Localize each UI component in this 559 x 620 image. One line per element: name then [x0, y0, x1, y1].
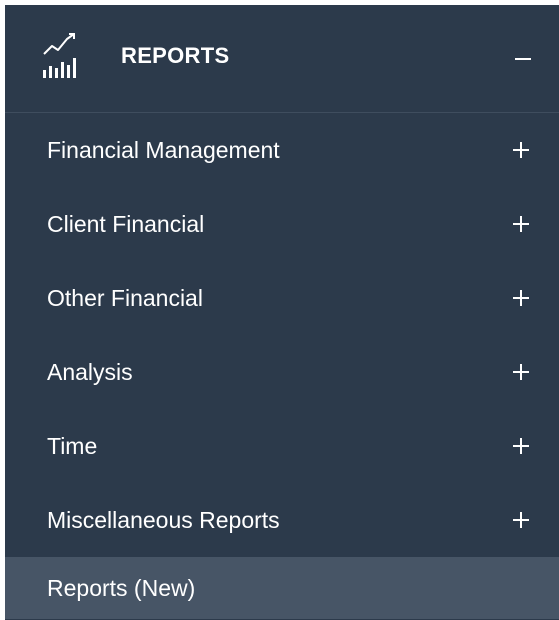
menu-item-label: Client Financial — [47, 210, 205, 237]
menu-item-label: Analysis — [47, 358, 133, 385]
menu-item-label: Time — [47, 432, 98, 459]
plus-icon[interactable] — [511, 288, 531, 308]
menu-item-analysis[interactable]: Analysis — [5, 335, 559, 409]
plus-icon[interactable] — [511, 140, 531, 160]
menu-item-other-financial[interactable]: Other Financial — [5, 261, 559, 335]
menu-item-label: Reports (New) — [47, 574, 196, 601]
menu-item-time[interactable]: Time — [5, 409, 559, 483]
plus-icon[interactable] — [511, 436, 531, 456]
menu-item-miscellaneous-reports[interactable]: Miscellaneous Reports — [5, 483, 559, 557]
section-title: REPORTS — [121, 43, 230, 68]
reports-panel: REPORTS Financial Management Client Fina… — [5, 5, 559, 620]
menu-item-reports-new[interactable]: Reports (New) — [5, 557, 559, 619]
menu-item-client-financial[interactable]: Client Financial — [5, 187, 559, 261]
menu-item-label: Miscellaneous Reports — [47, 506, 280, 533]
reports-chart-icon — [41, 30, 79, 80]
plus-icon[interactable] — [511, 510, 531, 530]
reports-menu: Financial Management Client Financial Ot… — [5, 113, 559, 619]
plus-icon[interactable] — [511, 362, 531, 382]
reports-section-header[interactable]: REPORTS — [5, 5, 559, 113]
menu-item-label: Financial Management — [47, 136, 280, 163]
menu-item-label: Other Financial — [47, 284, 203, 311]
plus-icon[interactable] — [511, 214, 531, 234]
minus-icon[interactable] — [509, 43, 537, 71]
menu-item-financial-management[interactable]: Financial Management — [5, 113, 559, 187]
